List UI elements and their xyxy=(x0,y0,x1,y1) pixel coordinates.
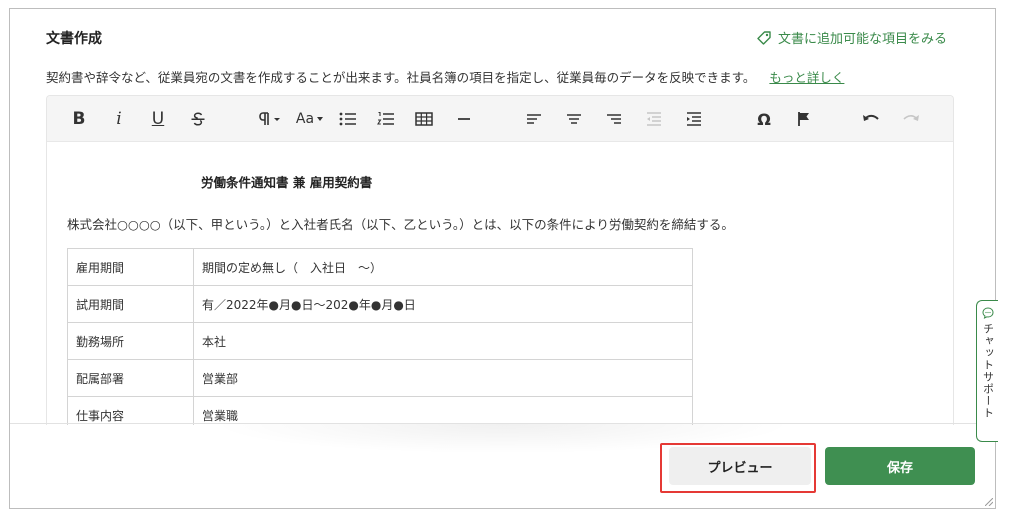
undo-button[interactable] xyxy=(859,96,883,142)
bold-button[interactable]: B xyxy=(69,96,89,142)
redo-button[interactable] xyxy=(899,96,923,142)
table-cell-key: 試用期間 xyxy=(67,285,194,323)
chevron-down-icon xyxy=(317,117,324,121)
flag-icon xyxy=(798,112,809,126)
description-text: 契約書や辞令など、従業員宛の文書を作成することが出来ます。社員名簿の項目を指定し… xyxy=(46,70,756,85)
table-cell-key: 雇用期間 xyxy=(67,248,194,286)
document-intro: 株式会社○○○○（以下、甲という。）と入社者氏名（以下、乙という。）とは、以下の… xyxy=(67,217,734,232)
document-title: 労働条件通知書 兼 雇用契約書 xyxy=(201,175,373,190)
paragraph-icon xyxy=(259,112,280,125)
chat-bubble-icon xyxy=(981,307,994,319)
indent-button[interactable] xyxy=(683,96,705,142)
strikethrough-button[interactable] xyxy=(187,96,209,142)
table-row: 雇用期間 期間の定め無し（ 入社日 〜） xyxy=(67,248,693,286)
undo-icon xyxy=(863,114,879,121)
align-right-button[interactable] xyxy=(603,96,625,142)
table-row: 仕事内容 営業職 xyxy=(67,396,693,425)
table-cell-key: 勤務場所 xyxy=(67,322,194,360)
more-details-link[interactable]: もっと詳しく xyxy=(769,70,844,85)
align-left-icon xyxy=(527,114,541,124)
align-center-button[interactable] xyxy=(563,96,585,142)
paragraph-dropdown[interactable] xyxy=(255,96,285,142)
horizontal-rule-button[interactable] xyxy=(453,96,475,142)
font-size-icon: Aa xyxy=(295,111,315,127)
indent-icon xyxy=(687,112,701,126)
bullet-list-button[interactable] xyxy=(337,96,359,142)
add-items-label: 文書に追加可能な項目をみる xyxy=(777,32,947,47)
rich-text-editor: B i U Aa Ω 労働条件通知書 兼 雇用契約書 株式会社○○○○（以下、甲… xyxy=(46,95,954,425)
resize-handle-icon[interactable] xyxy=(985,498,993,506)
italic-button[interactable]: i xyxy=(109,96,129,142)
table-cell-value: 有／2022年●月●日〜202●年●月●日 xyxy=(193,285,693,323)
redo-icon xyxy=(903,115,919,121)
editor-content[interactable]: 労働条件通知書 兼 雇用契約書 株式会社○○○○（以下、甲という。）と入社者氏名… xyxy=(47,143,953,425)
numbered-list-icon xyxy=(377,111,394,125)
table-row: 試用期間 有／2022年●月●日〜202●年●月●日 xyxy=(67,285,693,323)
bullet-list-icon xyxy=(339,112,356,126)
table-cell-value: 本社 xyxy=(193,322,693,360)
table-cell-value: 営業部 xyxy=(193,359,693,397)
numbered-list-button[interactable] xyxy=(375,96,397,142)
strikethrough-icon xyxy=(191,112,205,126)
table-cell-value: 期間の定め無し（ 入社日 〜） xyxy=(193,248,693,286)
outdent-button[interactable] xyxy=(643,96,665,142)
align-right-icon xyxy=(607,114,621,124)
page-title: 文書作成 xyxy=(46,31,102,47)
description: 契約書や辞令など、従業員宛の文書を作成することが出来ます。社員名簿の項目を指定し… xyxy=(46,67,844,86)
document-create-panel: 文書作成 文書に追加可能な項目をみる 契約書や辞令など、従業員宛の文書を作成する… xyxy=(9,8,996,509)
table-row: 配属部署 営業部 xyxy=(67,359,693,397)
add-items-link[interactable]: 文書に追加可能な項目をみる xyxy=(756,28,947,47)
tag-icon xyxy=(757,30,771,45)
horizontal-rule-icon xyxy=(458,118,470,120)
chat-support-label: チャットサポート xyxy=(981,323,995,419)
table-button[interactable] xyxy=(413,96,435,142)
table-cell-key: 配属部署 xyxy=(67,359,194,397)
table-cell-value: 営業職 xyxy=(193,396,693,425)
align-center-icon xyxy=(567,114,581,124)
save-button[interactable]: 保存 xyxy=(825,447,975,485)
underline-button[interactable]: U xyxy=(147,96,169,142)
align-left-button[interactable] xyxy=(523,96,545,142)
table-cell-key: 仕事内容 xyxy=(67,396,194,425)
editor-toolbar: B i U Aa Ω xyxy=(47,96,953,142)
flag-button[interactable] xyxy=(793,96,815,142)
special-char-button[interactable]: Ω xyxy=(753,96,775,142)
highlight-box xyxy=(660,443,816,493)
outdent-icon xyxy=(647,112,661,126)
table-row: 勤務場所 本社 xyxy=(67,322,693,360)
terms-table: 雇用期間 期間の定め無し（ 入社日 〜） 試用期間 有／2022年●月●日〜202●… xyxy=(67,248,693,425)
font-size-dropdown[interactable]: Aa xyxy=(293,96,327,142)
chat-support-tab[interactable]: チャットサポート xyxy=(976,300,998,442)
table-icon xyxy=(415,112,433,126)
